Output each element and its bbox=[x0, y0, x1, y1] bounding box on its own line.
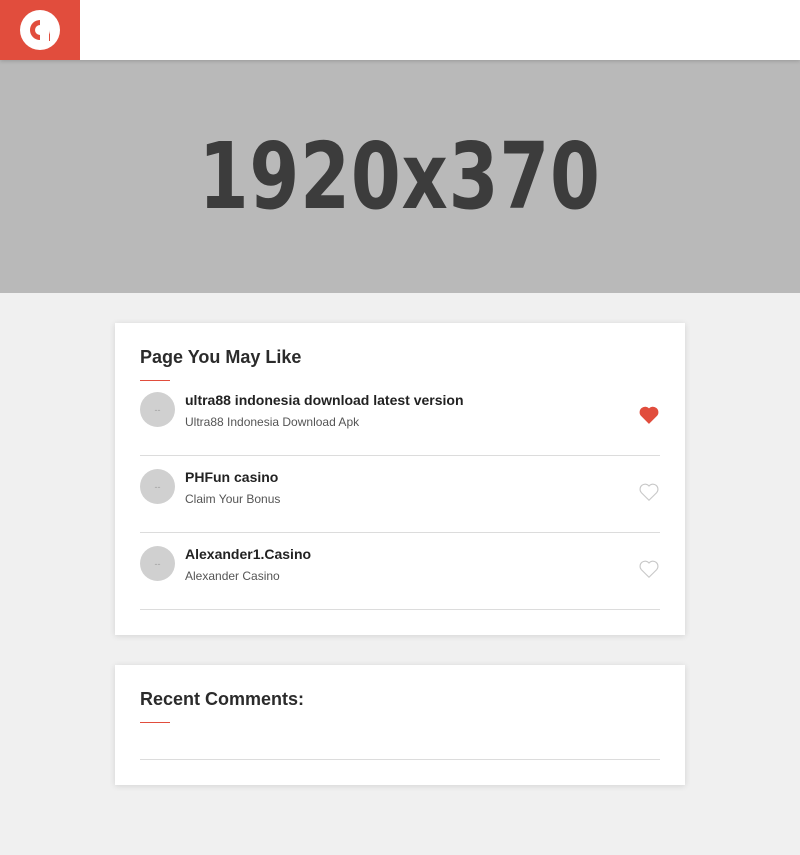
top-bar bbox=[0, 0, 800, 60]
avatar: -- bbox=[140, 546, 175, 581]
app-logo[interactable] bbox=[0, 0, 80, 60]
item-subtitle: Claim Your Bonus bbox=[185, 492, 281, 506]
banner-image: 1920x370 bbox=[0, 60, 800, 293]
list-item[interactable]: -- Alexander1.Casino Alexander Casino bbox=[140, 532, 660, 610]
recent-comments-title: Recent Comments: bbox=[140, 689, 305, 709]
banner-placeholder-text: 1920x370 bbox=[198, 123, 602, 230]
title-underline bbox=[140, 722, 170, 723]
avatar: -- bbox=[140, 392, 175, 427]
pages-widget: Page You May Like -- ultra88 indonesia d… bbox=[115, 323, 685, 635]
heart-filled-icon[interactable] bbox=[638, 404, 660, 426]
item-subtitle: Alexander Casino bbox=[185, 569, 280, 583]
app-logo-icon bbox=[20, 10, 60, 50]
list-item[interactable]: -- PHFun casino Claim Your Bonus bbox=[140, 455, 660, 533]
avatar: -- bbox=[140, 469, 175, 504]
list-item[interactable]: -- ultra88 indonesia download latest ver… bbox=[140, 378, 660, 456]
divider bbox=[140, 759, 660, 760]
pages-widget-title: Page You May Like bbox=[140, 347, 302, 367]
heart-outline-icon[interactable] bbox=[638, 558, 660, 580]
item-subtitle: Ultra88 Indonesia Download Apk bbox=[185, 415, 360, 429]
recent-comments-widget: Recent Comments: bbox=[115, 665, 685, 785]
item-name[interactable]: ultra88 indonesia download latest versio… bbox=[185, 392, 464, 408]
item-name[interactable]: PHFun casino bbox=[185, 469, 278, 485]
heart-outline-icon[interactable] bbox=[638, 481, 660, 503]
item-name[interactable]: Alexander1.Casino bbox=[185, 546, 311, 562]
